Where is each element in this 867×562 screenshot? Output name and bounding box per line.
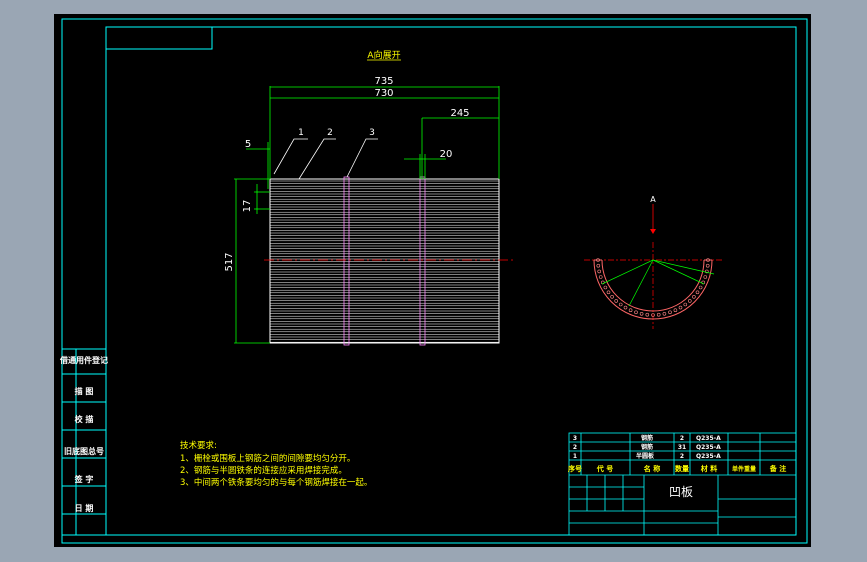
leaders xyxy=(273,138,378,180)
balloon-1: 1 xyxy=(298,128,304,138)
hdr-qty: 数量 xyxy=(675,464,689,473)
hdr-name: 名 称 xyxy=(644,464,660,473)
dimensions xyxy=(234,86,500,344)
drawing-number-box xyxy=(106,27,213,50)
bar-section xyxy=(606,290,611,295)
drawing-sheet: 借通用件登记 描 图 校 描 旧底图总号 签 字 日 期 A向展开 735 73… xyxy=(54,14,811,547)
bar-section xyxy=(628,308,633,313)
part-0-name: 钢筋 xyxy=(641,434,653,442)
bar-section xyxy=(695,290,700,295)
cad-drawing: 借通用件登记 描 图 校 描 旧底图总号 签 字 日 期 A向展开 735 73… xyxy=(59,18,808,544)
bar-section xyxy=(668,310,672,315)
part-1-name: 钢筋 xyxy=(641,443,653,451)
dim-730: 730 xyxy=(374,88,393,99)
part-0-qty: 2 xyxy=(680,435,684,442)
side-row-1: 描 图 xyxy=(75,386,94,396)
bar-section xyxy=(705,263,710,268)
hdr-remark: 备 注 xyxy=(769,464,786,473)
bar-section xyxy=(678,305,683,310)
part-0-no: 3 xyxy=(573,435,577,442)
dim-517: 517 xyxy=(224,252,235,271)
part-2-qty: 2 xyxy=(680,453,684,460)
hdr-weight: 单件重量 xyxy=(732,465,756,473)
grating-bars xyxy=(270,180,499,343)
grating-outline xyxy=(269,178,500,344)
bar-section xyxy=(639,311,644,316)
balloon-3: 3 xyxy=(369,128,375,138)
part-1-qty: 31 xyxy=(678,444,686,451)
bar-section xyxy=(634,310,638,315)
dim-245: 245 xyxy=(450,108,469,119)
part-1-mat: Q235-A xyxy=(696,444,721,451)
bar-section xyxy=(603,285,608,290)
view-label: A向展开 xyxy=(367,49,400,61)
bar-section xyxy=(662,311,667,316)
drawing-title: 凹板 xyxy=(669,485,693,499)
tie-strips xyxy=(343,176,426,346)
dim-20: 20 xyxy=(440,149,453,160)
part-2-name: 半圆板 xyxy=(636,452,655,460)
side-row-0: 借通用件登记 xyxy=(59,355,108,365)
bar-section xyxy=(596,263,601,268)
bar-section xyxy=(687,299,692,303)
bar-section xyxy=(597,269,602,274)
side-row-5: 日 期 xyxy=(75,503,94,513)
section-label: A xyxy=(650,195,656,204)
dim-735: 735 xyxy=(374,76,393,87)
side-row-4: 签 字 xyxy=(74,474,94,484)
dim-17: 17 xyxy=(242,200,253,213)
tech-title: 技术要求: xyxy=(180,440,217,451)
hdr-code: 代 号 xyxy=(596,464,613,473)
bar-section xyxy=(618,302,623,307)
part-1-no: 2 xyxy=(573,444,577,451)
part-0-mat: Q235-A xyxy=(696,435,721,442)
bar-section xyxy=(698,285,703,290)
tech-item-3: 3、中间两个铁条要均匀的与每个钢筋焊接在一起。 xyxy=(180,477,372,488)
side-row-3: 旧底图总号 xyxy=(64,446,104,456)
bar-section xyxy=(598,275,603,279)
part-2-mat: Q235-A xyxy=(696,453,721,460)
bar-section xyxy=(703,275,708,279)
bar-section xyxy=(623,305,628,310)
tech-item-2: 2、钢筋与半圆铁条的连接应采用焊接完成。 xyxy=(180,465,347,476)
dim-5: 5 xyxy=(245,139,251,150)
section-view: A xyxy=(584,195,722,329)
bar-section xyxy=(656,312,661,317)
bar-section xyxy=(614,299,619,303)
bar-section xyxy=(683,302,688,307)
balloon-2: 2 xyxy=(327,128,333,138)
bar-section xyxy=(610,294,614,299)
hdr-mat: 材 料 xyxy=(700,464,717,473)
side-row-2: 校 描 xyxy=(75,414,94,424)
part-2-no: 1 xyxy=(573,453,577,460)
bar-section xyxy=(645,312,650,317)
bar-section xyxy=(673,308,678,313)
tech-item-1: 1、栅栓或围板上钢筋之间的间隙要均匀分开。 xyxy=(180,453,355,464)
hdr-no: 序号 xyxy=(567,464,582,473)
bar-section xyxy=(692,294,696,299)
